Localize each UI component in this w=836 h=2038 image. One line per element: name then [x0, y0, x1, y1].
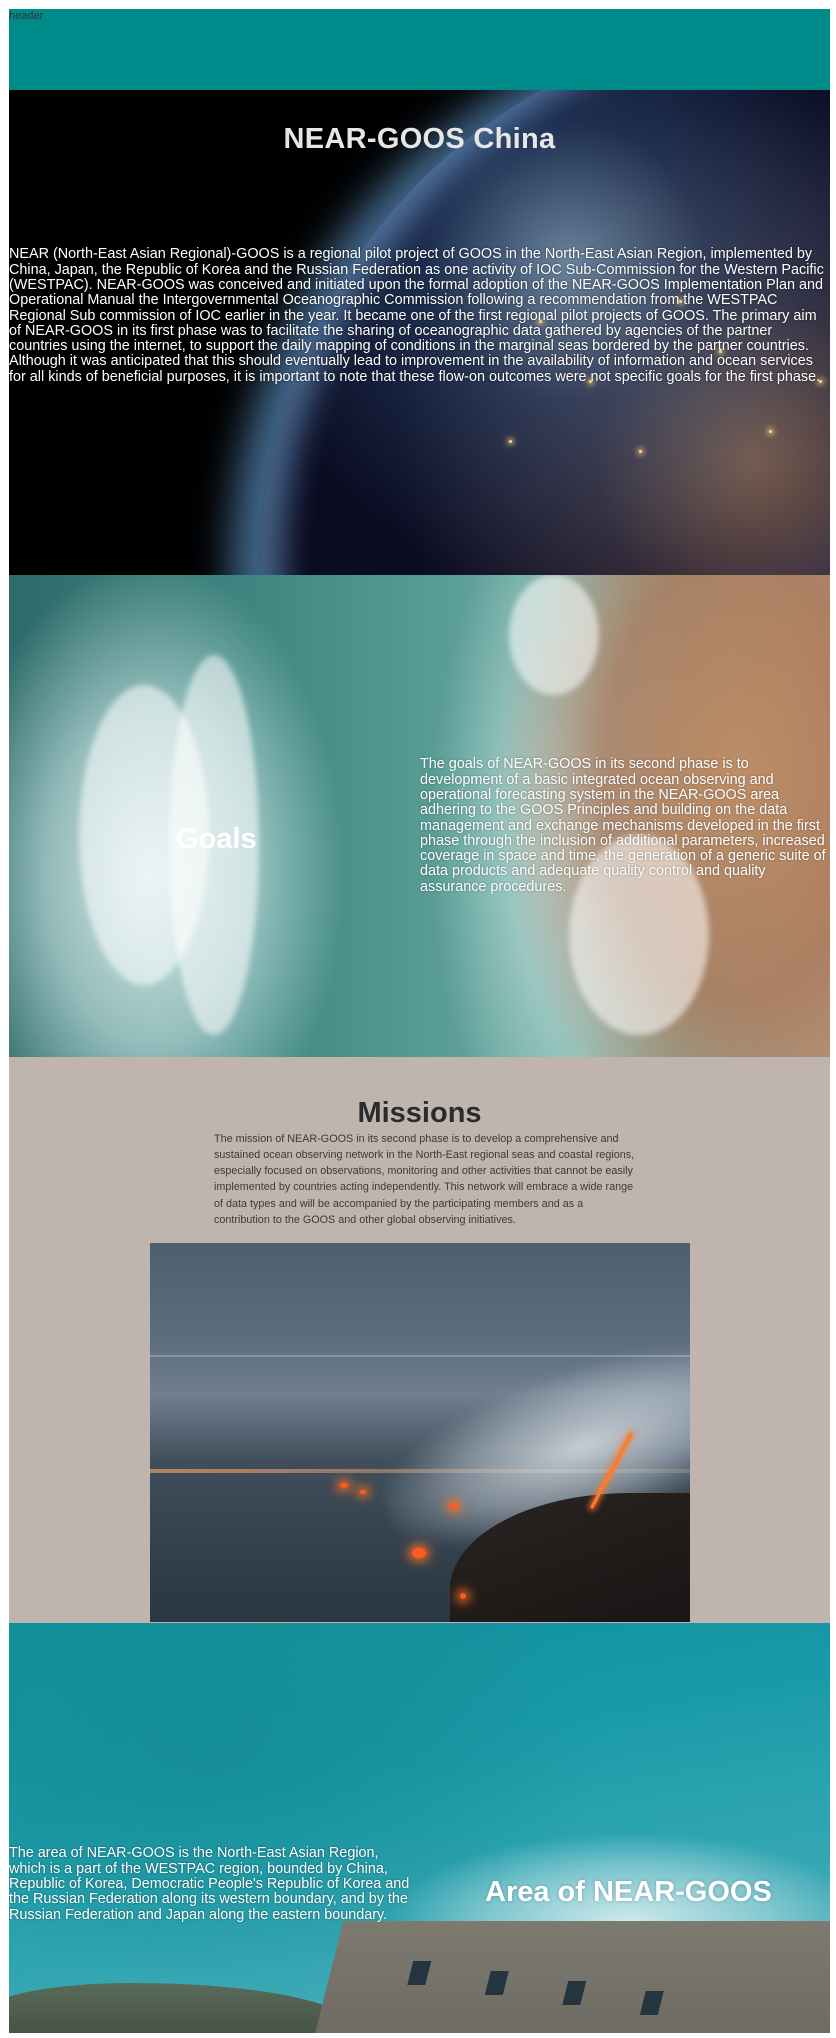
missions-section: Missions The mission of NEAR-GOOS in its…: [9, 1057, 830, 1623]
header-label: header: [9, 10, 44, 22]
missions-heading: Missions: [357, 1097, 482, 1130]
intro-section: NEAR-GOOS China NEAR (North-East Asian R…: [9, 90, 830, 575]
wave-foam: [509, 575, 599, 695]
goals-section: Goals The goals of NEAR-GOOS in its seco…: [9, 575, 830, 1057]
shore-rock: [9, 1983, 349, 2033]
area-heading: Area of NEAR-GOOS: [485, 1876, 772, 1909]
goals-paragraph: The goals of NEAR-GOOS in its second pha…: [420, 756, 826, 895]
area-paragraph: The area of NEAR-GOOS is the North-East …: [9, 1845, 410, 1923]
missions-paragraph: The mission of NEAR-GOOS in its second p…: [214, 1132, 635, 1226]
header-bar: [9, 9, 830, 90]
pier-structure: [310, 1921, 830, 2033]
area-section: The area of NEAR-GOOS is the North-East …: [9, 1623, 830, 2033]
page-title: NEAR-GOOS China: [283, 123, 556, 156]
intro-paragraph: NEAR (North-East Asian Regional)-GOOS is…: [9, 246, 824, 385]
lava-ocean-photo: [150, 1243, 690, 1622]
goals-heading: Goals: [176, 823, 257, 856]
